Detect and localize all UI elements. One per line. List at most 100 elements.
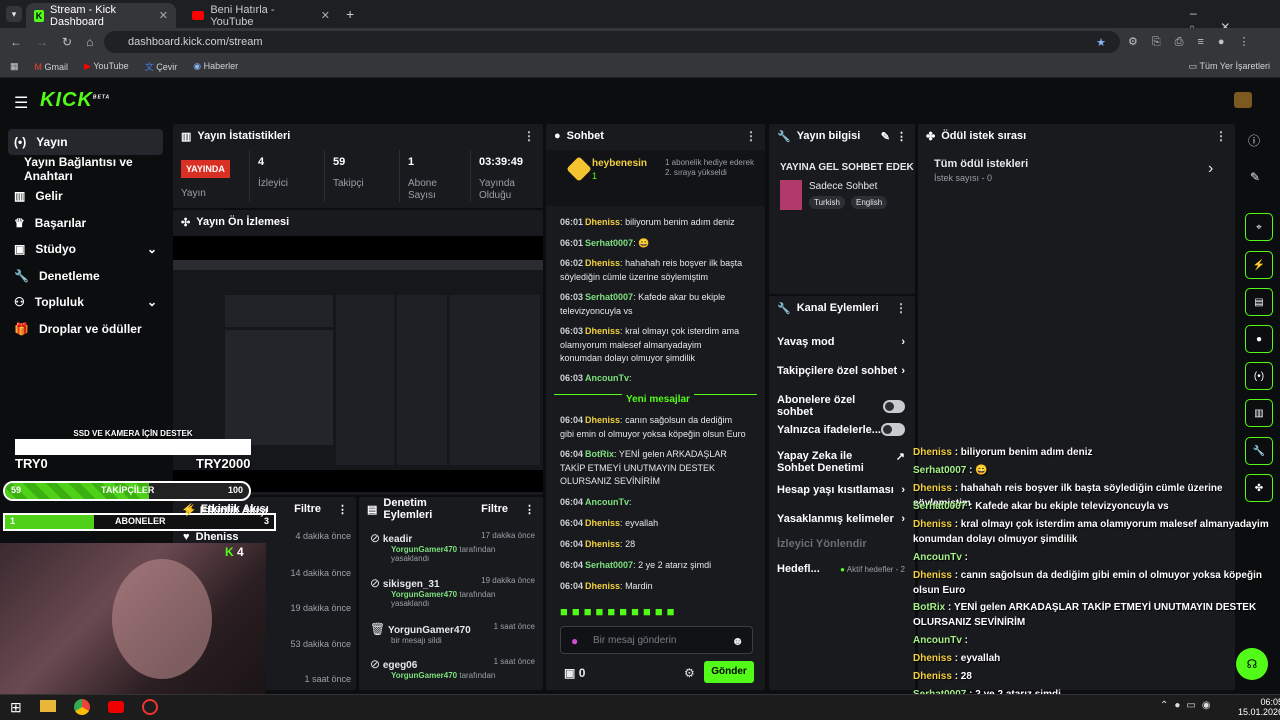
- browser-tab-bar: ▾ K Stream - Kick Dashboard ✕ Beni Hatırl…: [0, 0, 1280, 34]
- home-icon[interactable]: ⌂: [86, 35, 93, 49]
- close-icon[interactable]: ✕: [321, 9, 330, 22]
- action-emotes-only[interactable]: Yalnızca ifadelerle...: [777, 423, 905, 436]
- gear-icon[interactable]: ⚙: [684, 666, 695, 680]
- reload-icon[interactable]: ↻: [62, 35, 72, 49]
- bookmark-translate[interactable]: 文 Çevir: [145, 60, 178, 73]
- list-item: 🗑 YorgunGamer470 1 saat önce bir mesajı si…: [370, 622, 535, 645]
- action-ai-moderation[interactable]: Yapay Zeka ile Sohbet Denetimi ↗: [777, 450, 905, 474]
- chevron-right-icon: ›: [901, 484, 905, 496]
- bookmark-gmail[interactable]: M Gmail: [35, 62, 69, 72]
- tab-kick[interactable]: K Stream - Kick Dashboard ✕: [26, 3, 176, 28]
- menu-icon[interactable]: ☰: [14, 93, 28, 113]
- chrome-icon[interactable]: [74, 699, 90, 715]
- action-slow-mode[interactable]: Yavaş mod ›: [777, 336, 905, 348]
- more-icon[interactable]: ⋮: [895, 301, 907, 315]
- kick-count: K 4: [225, 545, 244, 559]
- rail-button-preview[interactable]: ⌖: [1245, 213, 1273, 241]
- more-icon[interactable]: ⋮: [524, 503, 535, 516]
- panel-title: Kanal Eylemleri: [796, 302, 879, 314]
- toggle[interactable]: [883, 399, 905, 413]
- back-icon[interactable]: ←: [10, 35, 22, 49]
- edit-icon[interactable]: ✎: [881, 130, 890, 143]
- close-icon[interactable]: ✕: [159, 9, 168, 22]
- activity-time: 19 dakika önce: [290, 603, 351, 613]
- panel-title: Ödül istek sırası: [941, 130, 1027, 142]
- sidebar-item-label: Denetleme: [38, 269, 100, 283]
- rail-button-queue[interactable]: ▥: [1245, 399, 1273, 427]
- overlay-chat-message: Serhat0007 : 😄: [913, 465, 988, 476]
- filter-button[interactable]: Filtre: [481, 503, 508, 515]
- sidebar-item-stream-key[interactable]: Yayın Bağlantısı ve Anahtarı: [18, 155, 173, 183]
- more-icon[interactable]: ⋮: [523, 129, 535, 143]
- youtube-icon[interactable]: [108, 701, 124, 713]
- stream-stats-panel: ▥ Yayın İstatistikleri ⋮ YAYINDA Yayın 4 İzl…: [173, 124, 543, 208]
- emote-bar[interactable]: ■■■■■■■■■■: [560, 604, 679, 619]
- edit-icon[interactable]: ✎: [1250, 170, 1260, 184]
- category-name[interactable]: Sadece Sohbet: [809, 181, 877, 192]
- rail-button-broadcast[interactable]: (•): [1245, 362, 1273, 390]
- action-account-age[interactable]: Hesap yaşı kısıtlaması ›: [777, 484, 905, 496]
- sidebar-item-stream[interactable]: (•) Yayın: [8, 129, 163, 155]
- action-followers-only[interactable]: Takipçilere özel sohbet ›: [777, 365, 905, 377]
- rail-button-log[interactable]: ▤: [1245, 288, 1273, 316]
- status-badge: YAYINDA: [181, 160, 230, 178]
- chat-message: 06:03 Serhat0007: Kafede akar bu ekiple t…: [560, 292, 726, 316]
- folder-icon[interactable]: [40, 700, 56, 712]
- sidebar-item-drops[interactable]: 🎁 Droplar ve ödüller: [8, 316, 163, 342]
- sidebar-item-achievements[interactable]: ♛ Başarılar: [8, 210, 163, 236]
- tab-search-icon[interactable]: ▾: [6, 6, 22, 22]
- sidebar-item-moderation[interactable]: 🔧 Denetleme: [8, 263, 163, 289]
- goal-left-value: TRY0: [15, 456, 48, 471]
- sidebar-item-label: Droplar ve ödüller: [38, 322, 142, 336]
- url-input[interactable]: dashboard.kick.com/stream ★: [104, 31, 1120, 53]
- kick-logo[interactable]: KICKBETA: [40, 89, 110, 112]
- activity-time: 14 dakika önce: [290, 568, 351, 578]
- stat-status: YAYINDA Yayın: [173, 150, 248, 202]
- tray-icons[interactable]: ⌃●▭◉: [1160, 700, 1217, 711]
- chevron-right-icon[interactable]: ›: [1208, 160, 1213, 178]
- sidebar-item-community[interactable]: ⚇ Topluluk ⌄: [8, 289, 163, 315]
- rail-button-activity[interactable]: ⚡: [1245, 251, 1273, 279]
- emoji-icon[interactable]: ☻: [731, 634, 744, 648]
- more-icon[interactable]: ⋮: [745, 129, 757, 143]
- apps-icon[interactable]: ▦: [10, 61, 19, 72]
- all-bookmarks[interactable]: ▭ Tüm Yer İşaretleri: [1189, 61, 1270, 72]
- new-tab-icon[interactable]: +: [346, 6, 354, 22]
- filter-button[interactable]: Filtre: [294, 503, 321, 515]
- microphone-icon[interactable]: ●: [571, 634, 578, 648]
- panel-header: ✤ Ödül istek sırası ⋮: [918, 124, 1235, 148]
- send-button[interactable]: Gönder: [704, 661, 754, 683]
- sidebar-item-studio[interactable]: ▣ Stüdyo ⌄: [8, 236, 163, 262]
- more-icon[interactable]: ⋮: [1215, 129, 1227, 143]
- info-icon[interactable]: ⓘ: [1248, 132, 1260, 149]
- sidebar-item-revenue[interactable]: ▥ Gelir: [8, 183, 163, 209]
- obs-icon[interactable]: [142, 699, 158, 715]
- tab-youtube[interactable]: Beni Hatırla - YouTube ✕: [184, 3, 338, 28]
- rail-button-chat[interactable]: ●: [1245, 325, 1273, 353]
- channel-points[interactable]: ▣ 0: [564, 666, 585, 680]
- gift-icon: 🎁: [14, 322, 29, 336]
- chat-input[interactable]: ● Bir mesaj gönderin ☻: [560, 626, 753, 654]
- action-goals[interactable]: Hedefl... ● Aktif hedefler - 2: [777, 563, 905, 575]
- pinned-gift: heybenesin 1 1 abonelik hediye ederek 2.…: [546, 150, 765, 206]
- sidebar-item-label: Yayın Bağlantısı ve Anahtarı: [24, 155, 133, 183]
- overlay-chat-message: Dheniss : eyvallah: [913, 653, 1001, 664]
- avatar[interactable]: [1234, 92, 1252, 108]
- bookmark-star-icon[interactable]: ★: [1096, 36, 1106, 49]
- webcam-feed: [0, 543, 266, 695]
- toggle[interactable]: [881, 423, 905, 436]
- bookmark-youtube[interactable]: ▶ YouTube: [84, 61, 129, 72]
- action-banned-words[interactable]: Yasaklanmış kelimeler ›: [777, 513, 905, 525]
- bookmarks-bar: ▦ M Gmail ▶ YouTube 文 Çevir ◉ Haberler ▭…: [0, 56, 1280, 78]
- more-icon[interactable]: ⋮: [337, 503, 348, 516]
- all-rewards-link[interactable]: Tüm ödül istekleri: [934, 158, 1028, 170]
- chat-message: 06:02 Dheniss: hahahah reis boşver ilk ba…: [560, 258, 743, 282]
- bookmark-news[interactable]: ◉ Haberler: [193, 61, 238, 72]
- windows-start-icon[interactable]: ⊞: [10, 699, 22, 716]
- lightning-icon: ⚡: [183, 505, 197, 517]
- tab-label: Stream - Kick Dashboard: [50, 3, 117, 28]
- more-icon[interactable]: ⋮: [896, 130, 907, 143]
- extension-icons[interactable]: ⚙⎘⎙≡●⋮: [1128, 35, 1264, 49]
- action-subs-only[interactable]: Abonelere özel sohbet: [777, 394, 905, 418]
- forward-icon[interactable]: →: [36, 35, 48, 49]
